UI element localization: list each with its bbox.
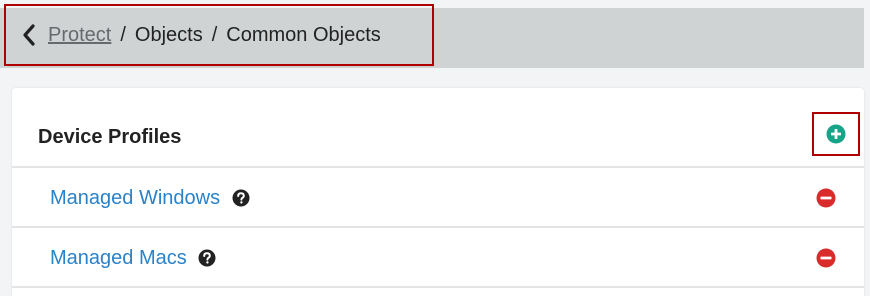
minus-circle-icon[interactable] <box>816 188 836 208</box>
question-circle-icon[interactable] <box>232 189 250 207</box>
breadcrumb: Protect / Objects / Common Objects <box>4 4 434 66</box>
breadcrumb-separator: / <box>120 23 126 46</box>
list-item: Managed Macs <box>12 230 864 288</box>
question-circle-icon[interactable] <box>198 249 216 267</box>
profile-label: Managed Windows <box>50 186 221 209</box>
card-title: Device Profiles <box>38 126 182 148</box>
profile-link-managed-windows[interactable]: Managed Windows <box>50 187 250 210</box>
minus-circle-icon[interactable] <box>816 248 836 268</box>
profile-link-managed-macs[interactable]: Managed Macs <box>50 247 216 270</box>
add-device-profile-button[interactable] <box>812 112 860 156</box>
chevron-left-icon[interactable] <box>18 24 40 46</box>
profile-label: Managed Macs <box>50 246 187 269</box>
breadcrumb-separator: / <box>211 23 218 46</box>
card-header: Device Profiles <box>12 88 864 168</box>
breadcrumb-current: Common Objects <box>226 23 381 46</box>
plus-circle-icon <box>826 124 846 144</box>
breadcrumb-link-protect[interactable]: Protect <box>48 24 111 47</box>
page: Protect / Objects / Common Objects Devic… <box>0 0 870 296</box>
breadcrumb-item-objects: Objects <box>134 23 203 46</box>
device-profiles-card: Device Profiles Managed Windows Managed … <box>12 88 864 296</box>
list-item: Managed Windows <box>12 170 864 228</box>
